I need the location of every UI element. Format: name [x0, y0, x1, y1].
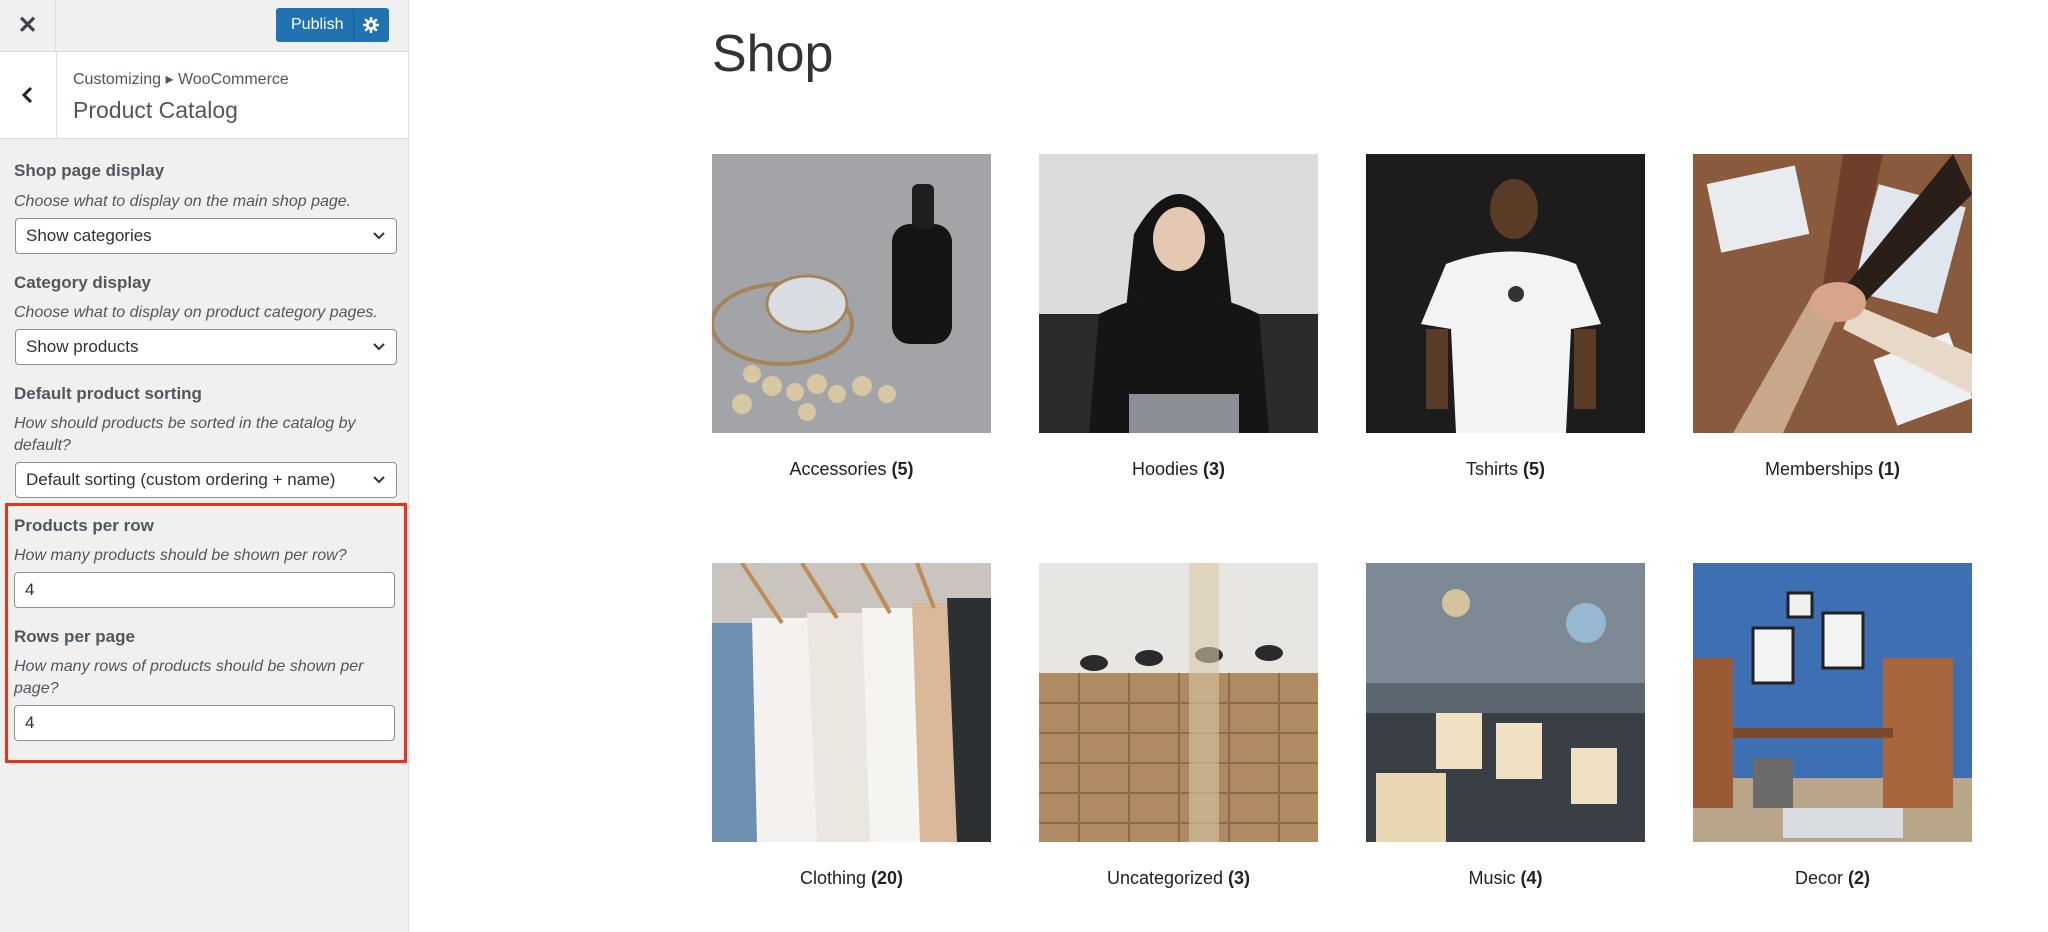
customizer-header: ✕ Publish — [0, 0, 408, 52]
shop-display-value: Show categories — [26, 226, 152, 245]
shop-display-title: Shop page display — [14, 161, 165, 180]
category-name: Music — [1468, 868, 1516, 888]
publish-group: Publish — [276, 8, 389, 42]
category-caption: Decor (2) — [1693, 868, 1972, 889]
category-count: (3) — [1203, 459, 1226, 479]
sorting-select[interactable]: Default sorting (custom ordering + name) — [15, 462, 397, 498]
music-image — [1366, 563, 1645, 842]
category-caption: Memberships (1) — [1693, 459, 1972, 480]
category-name: Tshirts — [1465, 459, 1518, 479]
per-row-title: Products per row — [14, 516, 154, 535]
hoodies-image — [1039, 154, 1318, 433]
category-card-tshirts[interactable]: Tshirts (5) — [1366, 154, 1645, 480]
shop-display-description: Choose what to display on the main shop … — [14, 193, 352, 210]
shop-page-title: Shop — [712, 25, 834, 83]
category-caption: Accessories (5) — [712, 459, 991, 480]
category-caption: Clothing (20) — [712, 868, 991, 889]
rows-per-page-input[interactable]: 4 — [14, 705, 395, 741]
per-row-input[interactable]: 4 — [14, 572, 395, 608]
category-count: (4) — [1520, 868, 1543, 888]
publish-settings-button[interactable] — [353, 8, 389, 42]
clothing-image — [712, 563, 991, 842]
rows-per-page-title: Rows per page — [14, 627, 135, 646]
category-count: (5) — [891, 459, 914, 479]
category-caption: Hoodies (3) — [1039, 459, 1318, 480]
uncategorized-image — [1039, 563, 1318, 842]
category-count: (5) — [1523, 459, 1546, 479]
category-card-music[interactable]: Music (4) — [1366, 563, 1645, 889]
per-row-description: How many products should be shown per ro… — [14, 547, 347, 564]
category-name: Hoodies — [1131, 459, 1199, 479]
category-name: Uncategorized — [1106, 868, 1224, 888]
back-button[interactable] — [0, 52, 57, 138]
category-name: Decor — [1794, 868, 1843, 888]
tshirts-image — [1366, 154, 1645, 433]
chevron-down-icon — [373, 476, 385, 484]
category-count: (20) — [871, 868, 904, 888]
sorting-title: Default product sorting — [14, 384, 202, 403]
category-caption: Music (4) — [1366, 868, 1645, 889]
publish-button[interactable]: Publish — [276, 8, 353, 42]
chevron-left-icon — [21, 86, 33, 104]
accessories-image — [712, 154, 991, 433]
category-card-clothing[interactable]: Clothing (20) — [712, 563, 991, 889]
breadcrumb: Customizing ▸ WooCommerce — [73, 71, 289, 88]
category-card-memberships[interactable]: Memberships (1) — [1693, 154, 1972, 480]
gear-icon — [363, 17, 379, 33]
chevron-down-icon — [373, 232, 385, 240]
category-name: Accessories — [789, 459, 887, 479]
category-display-title: Category display — [14, 273, 151, 292]
memberships-image — [1693, 154, 1972, 433]
category-count: (3) — [1228, 868, 1251, 888]
rows-per-page-description: How many rows of products should be show… — [14, 658, 364, 697]
category-count: (2) — [1848, 868, 1871, 888]
shop-display-select[interactable]: Show categories — [15, 218, 397, 254]
decor-image — [1693, 563, 1972, 842]
category-card-decor[interactable]: Decor (2) — [1693, 563, 1972, 889]
close-icon: ✕ — [17, 12, 38, 39]
category-display-description: Choose what to display on product catego… — [14, 304, 378, 321]
section-header: Customizing ▸ WooCommerce Product Catalo… — [0, 52, 408, 139]
section-title: Product Catalog — [73, 97, 238, 123]
category-card-uncategorized[interactable]: Uncategorized (3) — [1039, 563, 1318, 889]
sorting-description: How should products be sorted in the cat… — [14, 415, 356, 454]
category-caption: Uncategorized (3) — [1039, 868, 1318, 889]
category-card-hoodies[interactable]: Hoodies (3) — [1039, 154, 1318, 480]
category-caption: Tshirts (5) — [1366, 459, 1645, 480]
sorting-value: Default sorting (custom ordering + name) — [26, 470, 336, 489]
category-name: Clothing — [799, 868, 866, 888]
customizer-sidebar: ✕ Publish Customizing ▸ WooCommerce Prod… — [0, 0, 409, 932]
category-card-accessories[interactable]: Accessories (5) — [712, 154, 991, 480]
close-customizer-button[interactable]: ✕ — [0, 0, 56, 51]
category-display-value: Show products — [26, 337, 139, 356]
chevron-down-icon — [373, 343, 385, 351]
category-count: (1) — [1878, 459, 1901, 479]
category-display-select[interactable]: Show products — [15, 329, 397, 365]
category-name: Memberships — [1764, 459, 1874, 479]
